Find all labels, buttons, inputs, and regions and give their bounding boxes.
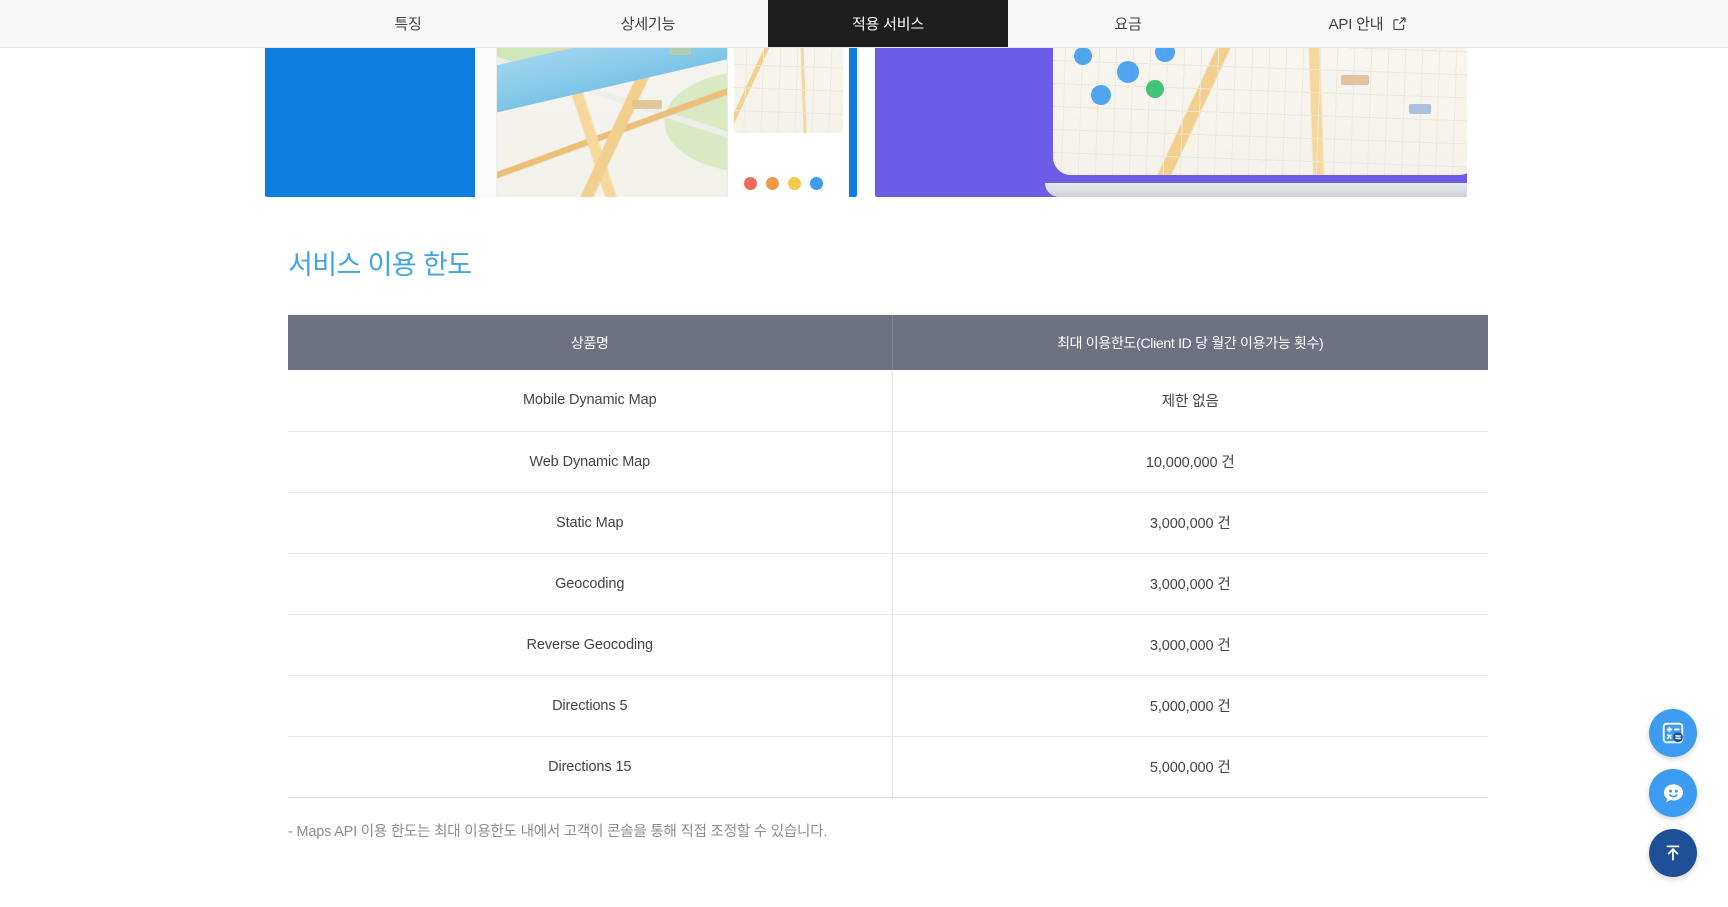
cell-limit: 3,000,000 건 bbox=[892, 492, 1488, 554]
service-limits-table: 상품명 최대 이용한도(Client ID 당 월간 이용가능 횟수) Mobi… bbox=[288, 315, 1488, 798]
tab-label: 적용 서비스 bbox=[852, 16, 924, 33]
table-row: Geocoding 3,000,000 건 bbox=[288, 553, 1488, 615]
map-left-toolbar bbox=[475, 48, 497, 197]
table-row: Directions 5 5,000,000 건 bbox=[288, 675, 1488, 737]
cell-product: Reverse Geocoding bbox=[288, 614, 893, 676]
tab-label: 상세기능 bbox=[620, 16, 676, 33]
table-header-row: 상품명 최대 이용한도(Client ID 당 월간 이용가능 횟수) bbox=[288, 315, 1488, 370]
cell-limit: 5,000,000 건 bbox=[892, 675, 1488, 737]
table-row: Web Dynamic Map 10,000,000 건 bbox=[288, 431, 1488, 493]
cell-limit: 제한 없음 bbox=[892, 370, 1488, 432]
tab-api-guide[interactable]: API 안내 bbox=[1248, 0, 1488, 47]
external-link-icon bbox=[1392, 16, 1407, 31]
map-side-panel bbox=[727, 48, 849, 197]
cell-product: Directions 15 bbox=[288, 736, 893, 798]
cell-limit: 10,000,000 건 bbox=[892, 431, 1488, 493]
mobile-dynamic-map-card[interactable] bbox=[265, 48, 857, 197]
column-header-limit: 최대 이용한도(Client ID 당 월간 이용가능 횟수) bbox=[892, 315, 1488, 370]
chat-smiley-icon bbox=[1660, 780, 1687, 807]
cell-product: Mobile Dynamic Map bbox=[288, 370, 893, 432]
tab-label: 요금 bbox=[1114, 16, 1142, 33]
web-dynamic-map-card[interactable] bbox=[875, 48, 1467, 197]
tab-label: API 안내 bbox=[1328, 16, 1384, 33]
tab-label: 특징 bbox=[394, 16, 422, 33]
tablet-frame-base bbox=[1045, 183, 1467, 197]
cell-limit: 5,000,000 건 bbox=[892, 736, 1488, 798]
mobile-map-screenshot bbox=[475, 48, 849, 197]
map-texture bbox=[1053, 48, 1467, 175]
chat-support-fab[interactable] bbox=[1649, 769, 1697, 817]
floating-action-buttons bbox=[1649, 709, 1697, 877]
tab-pricing[interactable]: 요금 bbox=[1008, 0, 1248, 47]
table-row: Static Map 3,000,000 건 bbox=[288, 492, 1488, 554]
cell-limit: 3,000,000 건 bbox=[892, 553, 1488, 615]
section-tab-bar: 특징 상세기능 적용 서비스 요금 API 안내 bbox=[0, 0, 1728, 48]
tab-applied-services[interactable]: 적용 서비스 bbox=[768, 0, 1008, 47]
tab-features[interactable]: 특징 bbox=[288, 0, 528, 47]
table-row: Directions 15 5,000,000 건 bbox=[288, 736, 1488, 798]
cell-product: Geocoding bbox=[288, 553, 893, 615]
cell-product: Static Map bbox=[288, 492, 893, 554]
service-cards-banner bbox=[0, 48, 1728, 197]
calculator-fab[interactable] bbox=[1649, 709, 1697, 757]
cell-product: Web Dynamic Map bbox=[288, 431, 893, 493]
calculator-icon bbox=[1660, 720, 1686, 746]
table-row: Mobile Dynamic Map 제한 없음 bbox=[288, 370, 1488, 432]
tab-detailed-functions[interactable]: 상세기능 bbox=[528, 0, 768, 47]
cell-limit: 3,000,000 건 bbox=[892, 614, 1488, 676]
table-row: Reverse Geocoding 3,000,000 건 bbox=[288, 614, 1488, 676]
arrow-up-icon bbox=[1661, 841, 1685, 865]
scroll-to-top-fab[interactable] bbox=[1649, 829, 1697, 877]
cell-product: Directions 5 bbox=[288, 675, 893, 737]
web-map-screenshot bbox=[1053, 48, 1467, 175]
panel-action-dots bbox=[728, 177, 849, 191]
table-footnote: - Maps API 이용 한도는 최대 이용한도 내에서 고객이 콘솔을 통해… bbox=[288, 823, 828, 840]
column-header-product: 상품명 bbox=[288, 315, 893, 370]
page-title: 서비스 이용 한도 bbox=[288, 250, 472, 280]
